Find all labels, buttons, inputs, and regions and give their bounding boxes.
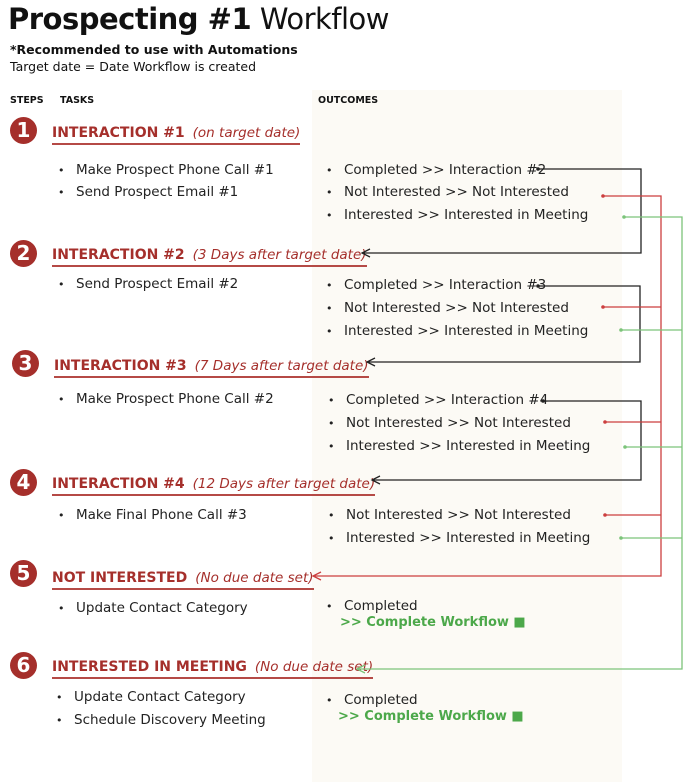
connector-completed-2 <box>367 285 641 363</box>
connector-interested-branches <box>621 329 682 539</box>
connector-completed-3 <box>372 400 642 481</box>
connector-not-interested-branches <box>603 306 661 516</box>
flow-connectors <box>311 167 683 674</box>
connector-interested <box>357 216 683 670</box>
connector-completed-1 <box>362 168 642 254</box>
